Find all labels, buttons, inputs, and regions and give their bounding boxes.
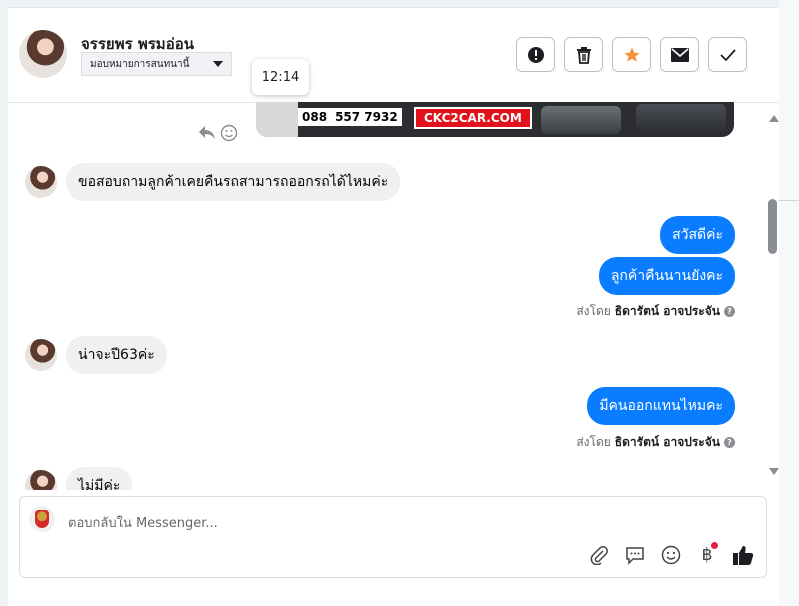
star-icon	[624, 47, 639, 62]
like-button[interactable]	[732, 544, 754, 566]
assign-conversation-dropdown[interactable]: มอบหมายการสนทนานี้	[81, 52, 232, 76]
star-button[interactable]	[612, 37, 651, 72]
paperclip-icon	[590, 546, 608, 565]
notification-dot	[711, 542, 718, 549]
contact-avatar-small	[25, 166, 57, 198]
sent-by-label: ส่งโดย ธิดารัตน์ อาจประจัน?	[576, 433, 735, 452]
mark-done-button[interactable]	[708, 37, 747, 72]
trash-icon	[576, 46, 591, 64]
mark-unread-button[interactable]	[660, 37, 699, 72]
reply-input[interactable]: ตอบกลับใน Messenger...	[68, 512, 218, 533]
react-smiley-icon[interactable]	[220, 124, 238, 142]
check-icon	[719, 48, 736, 61]
reply-icon[interactable]	[198, 124, 216, 140]
contact-avatar-small	[25, 470, 57, 490]
scroll-down-arrow-icon[interactable]	[769, 468, 779, 475]
page-avatar	[29, 506, 55, 532]
inbox-conversation-panel: จรรยพร พรมอ่อน มอบหมายการสนทนานี้ 12:14	[8, 7, 779, 606]
help-icon[interactable]: ?	[724, 306, 735, 317]
spam-button[interactable]	[516, 37, 555, 72]
scroll-thumb[interactable]	[768, 199, 777, 254]
ad-image-attachment[interactable]: 088 557 7932 CKC2CAR.COM	[256, 102, 734, 137]
message-bubble-incoming[interactable]: ขอสอบถามลูกค้าเคยคืนรถสามารถออกรถได้ไหมค…	[66, 163, 401, 201]
mail-icon	[670, 47, 689, 62]
message-bubble-outgoing[interactable]: ลูกค้าคืนนานยังคะ	[598, 257, 735, 295]
saved-replies-button[interactable]	[624, 544, 646, 566]
help-icon[interactable]: ?	[724, 437, 735, 448]
scroll-up-arrow-icon[interactable]	[769, 115, 779, 122]
reply-composer: ตอบกลับใน Messenger... ฿	[19, 496, 767, 578]
smiley-icon	[661, 545, 681, 565]
payment-button[interactable]: ฿	[696, 542, 718, 566]
speech-bubble-icon	[626, 547, 644, 565]
incoming-message-row: ไม่มีค่ะ	[25, 467, 133, 490]
message-bubble-incoming[interactable]: น่าจะปี63ค่ะ	[66, 336, 167, 374]
conversation-header: จรรยพร พรมอ่อน มอบหมายการสนทนานี้	[8, 7, 779, 103]
assign-label: มอบหมายการสนทนานี้	[90, 58, 190, 70]
message-bubble-incoming[interactable]: ไม่มีค่ะ	[66, 467, 133, 490]
message-reactions	[198, 124, 238, 142]
delete-button[interactable]	[564, 37, 603, 72]
message-bubble-outgoing[interactable]: สวัสดีค่ะ	[660, 216, 735, 254]
contact-avatar[interactable]	[19, 30, 67, 78]
timestamp-tooltip: 12:14	[252, 59, 309, 95]
thread-scrollbar[interactable]	[768, 107, 779, 487]
baht-icon: ฿	[701, 545, 713, 565]
composer-tools: ฿	[588, 542, 754, 566]
message-thread: 088 557 7932 CKC2CAR.COM ขอสอบถามลูกค้าเค…	[8, 102, 779, 490]
emoji-button[interactable]	[660, 544, 682, 566]
message-bubble-outgoing[interactable]: มีคนออกแทนไหมคะ	[587, 387, 735, 425]
banner-phone: 088 557 7932	[298, 108, 402, 126]
caret-down-icon	[213, 61, 223, 67]
attach-button[interactable]	[588, 544, 610, 566]
thumbs-up-icon	[733, 546, 754, 565]
alert-icon	[527, 46, 544, 63]
incoming-message-row: น่าจะปี63ค่ะ	[25, 336, 167, 374]
incoming-message-row: ขอสอบถามลูกค้าเคยคืนรถสามารถออกรถได้ไหมค…	[25, 163, 401, 201]
header-actions	[516, 37, 747, 72]
banner-site: CKC2CAR.COM	[414, 107, 532, 129]
contact-avatar-small	[25, 339, 57, 371]
sent-by-label: ส่งโดย ธิดารัตน์ อาจประจัน?	[576, 302, 735, 321]
right-edge-strip	[779, 0, 799, 606]
